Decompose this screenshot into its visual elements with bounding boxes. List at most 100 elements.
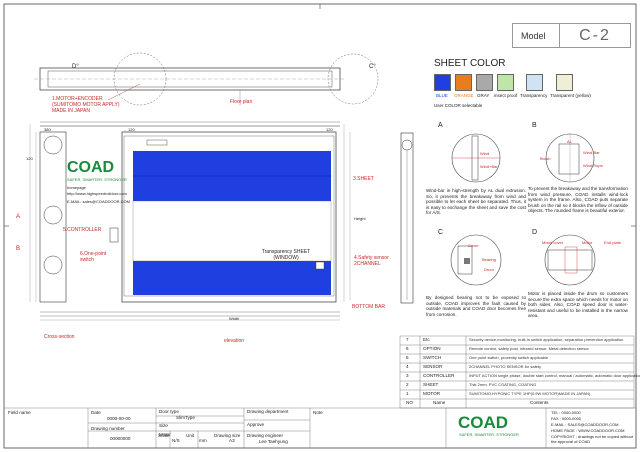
swatch-blue — [434, 74, 451, 91]
tb-contact-tel: TEL : 0000-0000 — [551, 410, 581, 415]
detail-a-label-windbar: Wind+Bar — [480, 164, 498, 169]
swatch-label-blue: BLUE — [436, 93, 448, 98]
parts-header-no: NO — [406, 400, 413, 405]
parts-row-name: SWITCH — [423, 355, 442, 360]
sheet-color-note: User COLOR selectable — [434, 103, 483, 108]
label-bottom-bar: BOTTOM BAR — [352, 304, 385, 310]
swatch-label-transparency: Transparency — [520, 93, 548, 98]
technical-drawing-sheet — [3, 3, 637, 449]
dim-height: Height — [354, 216, 366, 221]
label-cross-section: Cross-section — [44, 334, 75, 340]
coad-panel-email: E-MAIL: sales@COADDOOR.COM — [67, 199, 130, 204]
coad-panel-url: http://www.highspeedrolldoor.com — [67, 191, 127, 196]
tb-drawing-number-label: Drawing number — [91, 426, 125, 431]
dim-120-c: 120 — [26, 156, 33, 161]
motor-note-3: MADE IN JAPAN — [52, 108, 90, 114]
swatch-transparency — [526, 74, 543, 91]
parts-row-name: Etc — [423, 337, 430, 342]
parts-row-no: 7 — [406, 337, 409, 342]
detail-a-text: Wind-bar is high-strength by AL dual ext… — [426, 188, 526, 216]
tb-contact-email: E-MAIL : SALES@COADDOOR.COM — [551, 422, 619, 427]
parts-row-spec: Remote control, safety post, infrared se… — [469, 346, 589, 351]
tb-coad-logo: COAD — [458, 413, 509, 432]
tb-scale-label: Scale — [158, 433, 170, 438]
parts-row-name: MOTOR — [423, 391, 441, 396]
parts-row-no: 1 — [406, 391, 409, 396]
tb-contact-home: HOME PAGE : WWW.COADDOOR.COM — [551, 428, 625, 433]
parts-row-spec: INPUT ACTION single phase, double start … — [469, 373, 640, 378]
parts-header-contents: Contents — [530, 400, 549, 405]
dim-120-a: 120 — [128, 127, 135, 132]
label-elevation: elevation — [224, 338, 245, 344]
tb-drawing-size-label: Drawing size — [214, 433, 241, 438]
label-d-view: D° — [72, 64, 79, 70]
tb-door-type-label: Door type — [159, 409, 179, 414]
parts-row-name: SENSOR — [423, 364, 443, 369]
detail-d-label-motor: Motor — [582, 240, 593, 245]
tb-unit-label: Unit — [186, 433, 195, 438]
dim-120-b: 120 — [326, 127, 333, 132]
label-safety-sensor: 4.Safety sensor 2CHANNEL — [354, 255, 389, 267]
tb-drawing-size-value: A3 — [229, 438, 235, 443]
parts-row-no: 3 — [406, 373, 409, 378]
tb-field-name: Field name — [8, 410, 31, 415]
label-window: Transparency SHEET (WINDOW) — [261, 249, 311, 261]
tb-coad-tagline: SAFER, SMARTER, STRONGER — [459, 432, 519, 437]
parts-row-spec: Thik 2mm, PVC COATING, COATING — [469, 382, 537, 387]
detail-c-label-bearing: Bearing — [482, 257, 496, 262]
detail-a-drawing — [451, 133, 501, 183]
tb-date-value: 0000-00-00 — [107, 416, 131, 421]
detail-b-text: To prevent the breakaway and the transfo… — [528, 186, 628, 214]
swatch-orange — [455, 74, 472, 91]
parts-row-no: 4 — [406, 364, 409, 369]
detail-b-label-windrope: Wind Rope — [583, 163, 603, 168]
tb-door-type-value: SlimType — [176, 415, 195, 420]
swatch-transparent-yellow — [556, 74, 573, 91]
detail-b-label-brush: Brush — [540, 156, 551, 161]
label-c-view: C° — [369, 64, 376, 70]
parts-row-name: CONTROLLER — [423, 373, 455, 378]
tb-unit-value: mm — [199, 438, 207, 443]
detail-c-letter: C — [438, 229, 444, 236]
detail-d-label-endplate: End plate — [604, 240, 621, 245]
model-label: Model — [521, 31, 546, 41]
dim-width: Width — [229, 316, 240, 321]
detail-a-label-wind: Wind — [480, 151, 490, 156]
tb-drawing-number-value: 00000000 — [110, 436, 131, 441]
label-one-point-switch: 6.One-point switch — [80, 251, 107, 263]
model-value: C-2 — [559, 24, 630, 47]
side-view — [400, 132, 414, 304]
parts-row-no: 6 — [406, 346, 409, 351]
parts-header-name: Name — [433, 400, 446, 405]
detail-b-label-windbar: Wind-Bar — [583, 150, 600, 155]
tb-note-label: Note — [313, 410, 323, 415]
parts-row-name: OPTION — [423, 346, 441, 351]
tb-contact-fax: FAX : 0000-0000 — [551, 416, 582, 421]
tb-engineer-label: Drawing engineer — [247, 433, 284, 438]
label-sheet: 3.SHEET — [353, 176, 374, 182]
parts-row-spec: One point switch, proximity switch appli… — [469, 355, 549, 360]
parts-row-spec: Security device,monitoring, built-in swi… — [469, 337, 624, 342]
tb-contact-copyright: COPYRIGHT : drawings not be copied witho… — [551, 434, 633, 444]
detail-c-label-drum: Drum — [484, 267, 494, 272]
swatch-gray — [476, 74, 493, 91]
detail-b-letter: B — [532, 122, 537, 129]
parts-row-name: SHEET — [423, 382, 439, 387]
detail-c-label-cover: Cover — [468, 243, 479, 248]
swatch-label-insect: insect proof — [494, 93, 518, 98]
coad-panel-logo: COAD — [67, 159, 115, 176]
label-floor-plan: Floor plan — [230, 99, 253, 105]
detail-c-text: By designed bearing not to be exposed to… — [426, 295, 526, 317]
tb-date-label: Date — [91, 410, 101, 415]
coad-panel-tagline: SAFER, SMARTER, STRONGER — [67, 177, 127, 182]
parts-row-no: 5 — [406, 355, 409, 360]
detail-d-label-motorcover: Motor cover — [542, 240, 564, 245]
tb-approve-label: Approve — [247, 422, 265, 427]
swatch-label-gray: GRAY — [477, 93, 490, 98]
parts-row-spec: 2CHANNEL PHOTO SENSOR for safety — [469, 364, 542, 369]
tb-size-label: Size — [159, 423, 168, 428]
tb-scale-value: N/S — [172, 438, 180, 443]
model-box: Model C-2 — [512, 23, 631, 48]
parts-row-no: 2 — [406, 382, 409, 387]
sheet-color-title: SHEET COLOR — [434, 58, 506, 69]
